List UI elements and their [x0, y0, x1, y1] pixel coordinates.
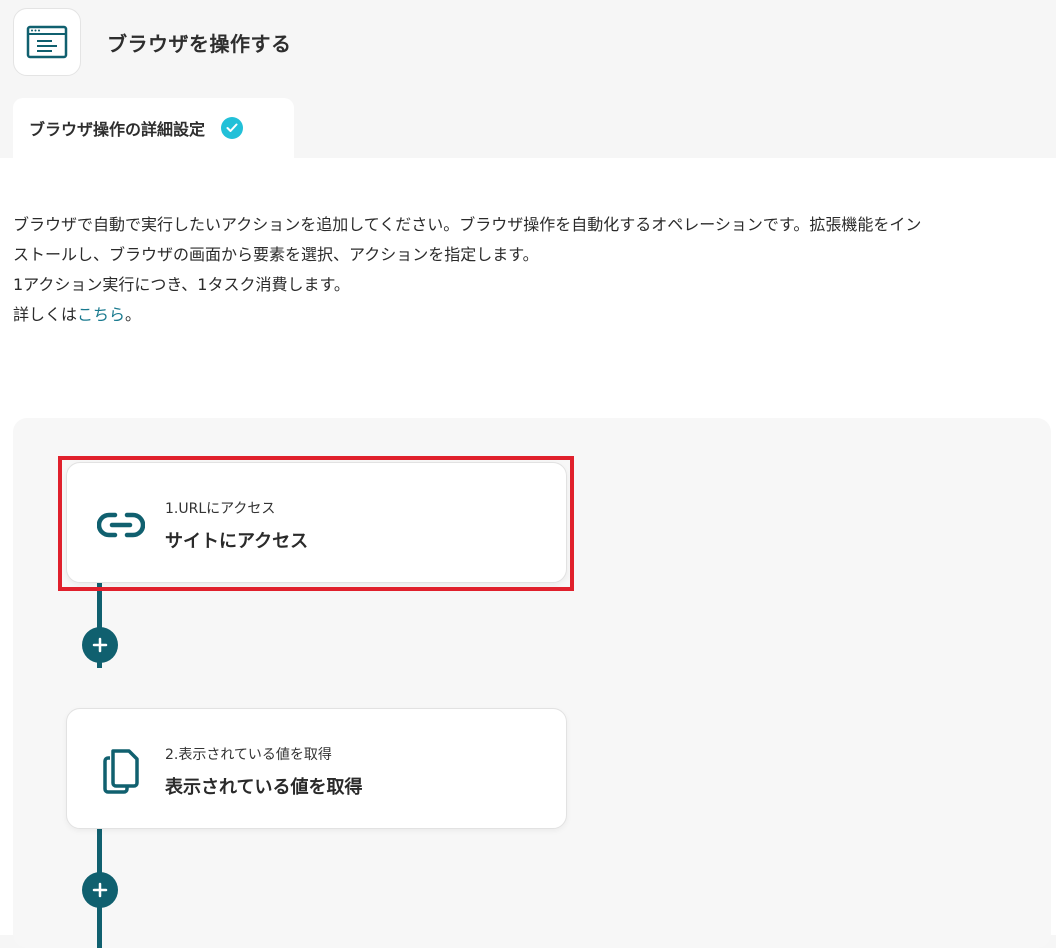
copy-icon — [95, 745, 147, 797]
highlight-frame — [58, 456, 574, 591]
add-step-button[interactable] — [82, 872, 118, 908]
step-title: 表示されている値を取得 — [165, 777, 363, 798]
description-suffix: 。 — [125, 305, 142, 324]
add-step-button[interactable] — [82, 627, 118, 663]
step-card-get-value[interactable]: 2.表示されている値を取得 表示されている値を取得 — [66, 708, 567, 829]
page-title: ブラウザを操作する — [107, 32, 292, 56]
check-circle-icon — [221, 117, 244, 139]
description-line: 1アクション実行につき、1タスク消費します。 — [13, 275, 350, 294]
browser-window-icon — [13, 8, 81, 76]
tab-strip: ブラウザ操作の詳細設定 — [0, 98, 1056, 158]
description-prefix: 詳しくは — [13, 305, 78, 324]
flow-panel: 1.URLにアクセス サイトにアクセス 2.表示されている値を取得 表示されてい… — [13, 418, 1051, 948]
content-area: ブラウザで自動で実行したいアクションを追加してください。ブラウザ操作を自動化する… — [0, 158, 1056, 948]
details-link[interactable]: こちら — [77, 305, 125, 324]
description-line: 詳しくはこちら。 — [13, 300, 1053, 330]
tab-label: ブラウザ操作の詳細設定 — [29, 120, 206, 139]
description-line: ストールし、ブラウザの画面から要素を選択、アクションを指定します。 — [13, 245, 539, 264]
step-number-label: 2.表示されている値を取得 — [165, 747, 332, 763]
tab-browser-settings[interactable]: ブラウザ操作の詳細設定 — [13, 98, 294, 158]
description: ブラウザで自動で実行したいアクションを追加してください。ブラウザ操作を自動化する… — [13, 210, 1053, 330]
page-header: ブラウザを操作する — [0, 0, 1056, 98]
description-line: ブラウザで自動で実行したいアクションを追加してください。ブラウザ操作を自動化する… — [13, 215, 922, 234]
